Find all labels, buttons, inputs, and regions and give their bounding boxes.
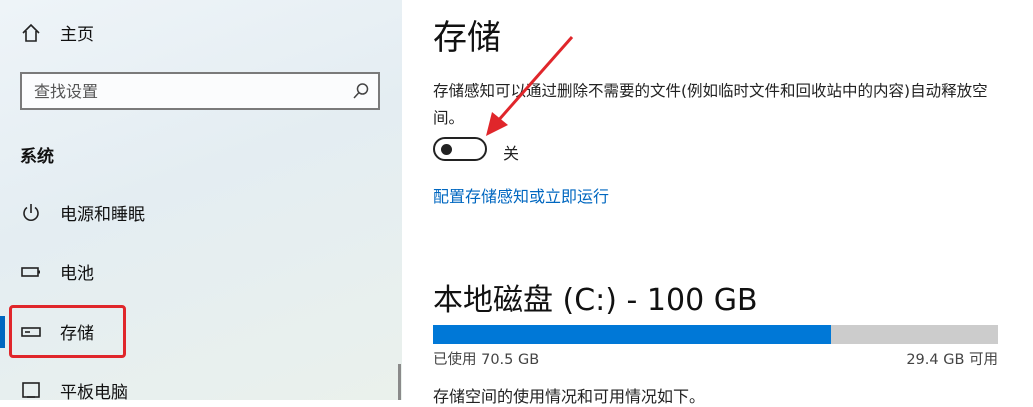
toggle-state-label: 关 [503, 144, 520, 163]
sidebar-item-home[interactable]: 主页 [20, 20, 94, 45]
battery-icon [20, 261, 42, 283]
search-icon[interactable] [344, 74, 378, 108]
annotation-highlight-box [9, 305, 126, 358]
configure-storage-sense-link[interactable]: 配置存储感知或立即运行 [433, 183, 609, 207]
home-icon [20, 22, 42, 44]
disk-usage-fill [433, 325, 832, 344]
free-space-label: 29.4 GB 可用 [906, 352, 998, 368]
sidebar: 主页 系统 电源和睡眠 电池 存储 平板电脑 [0, 0, 402, 403]
sidebar-item-label: 主页 [60, 25, 94, 45]
sidebar-item-label: 平板电脑 [60, 383, 128, 403]
sidebar-item-battery[interactable]: 电池 [20, 259, 94, 284]
search-input[interactable] [22, 73, 344, 109]
sidebar-scrollbar[interactable] [398, 364, 401, 400]
section-title: 系统 [20, 147, 54, 167]
sidebar-item-tablet[interactable]: 平板电脑 [20, 378, 128, 403]
used-space-label: 已使用 70.5 GB [433, 352, 540, 368]
main-panel: 存储 存储感知可以通过删除不需要的文件(例如临时文件和回收站中的内容)自动释放空… [402, 0, 1033, 406]
power-icon [20, 202, 42, 224]
sidebar-item-label: 电源和睡眠 [60, 205, 145, 225]
disk-usage-bar [433, 325, 998, 344]
storage-sense-toggle[interactable] [433, 137, 487, 161]
usage-hint: 存储空间的使用情况和可用情况如下。 [433, 387, 706, 406]
disk-title: 本地磁盘 (C:) - 100 GB [433, 283, 758, 318]
tablet-icon [20, 380, 42, 402]
sidebar-item-label: 电池 [60, 264, 94, 284]
selected-indicator [0, 316, 5, 348]
toggle-knob [441, 144, 452, 155]
sidebar-item-power[interactable]: 电源和睡眠 [20, 200, 145, 225]
storage-sense-description: 存储感知可以通过删除不需要的文件(例如临时文件和回收站中的内容)自动释放空间。 [433, 82, 988, 127]
page-title: 存储 [433, 18, 501, 58]
search-box[interactable] [20, 72, 380, 110]
